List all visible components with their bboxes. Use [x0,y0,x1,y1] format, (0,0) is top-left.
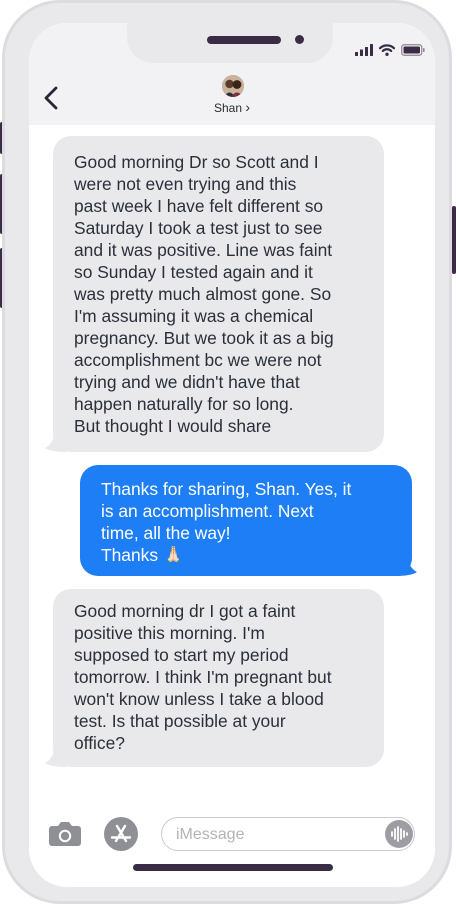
contact-name[interactable]: Shan › [29,99,435,115]
home-indicator[interactable] [133,864,333,871]
speaker-grille [207,36,281,44]
screen: Shan › Good morning Dr so Scott and I we… [29,23,435,887]
imessage-input[interactable]: iMessage [161,817,415,851]
status-bar [355,44,425,56]
phone-frame: Shan › Good morning Dr so Scott and I we… [2,0,452,904]
cellular-signal-icon [355,44,373,56]
chevron-right-icon: › [245,99,251,115]
message-bubble-outgoing: Thanks for sharing, Shan. Yes, it is an … [80,465,412,576]
power-button [452,206,456,274]
app-store-icon[interactable] [104,817,138,851]
battery-icon [401,44,425,56]
wifi-icon [379,44,395,56]
notch [127,23,333,63]
message-bubble-incoming: Good morning Dr so Scott and I were not … [53,136,384,452]
conversation-header: Shan › [29,23,435,125]
contact-name-label: Shan [213,101,242,115]
contact-avatar[interactable] [222,75,244,97]
imessage-placeholder: iMessage [176,826,245,843]
camera-icon[interactable] [48,821,82,847]
message-bubble-incoming: Good morning dr I got a faint positive t… [53,589,384,767]
front-camera [295,35,304,44]
audio-waveform-icon[interactable] [385,819,413,848]
